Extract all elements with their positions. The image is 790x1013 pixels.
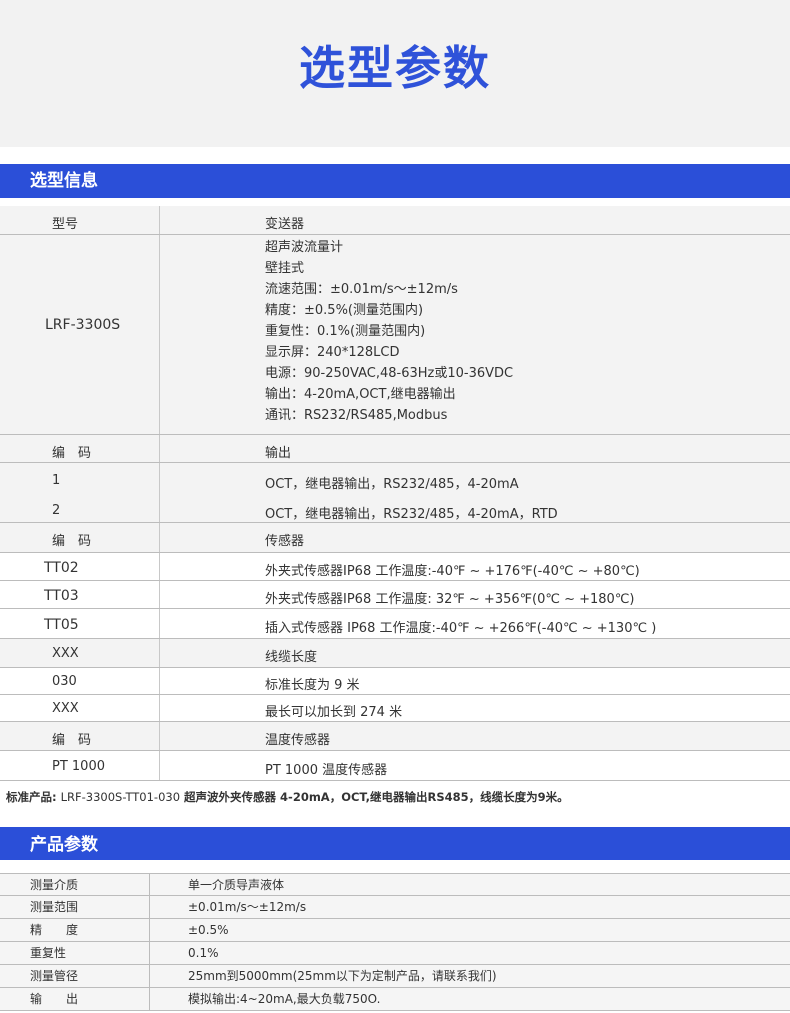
param-value: 0.1%	[188, 946, 219, 960]
table-row: 测量介质 单一介质导声液体	[0, 873, 790, 896]
spec-line: 通讯：RS232/RS485,Modbus	[265, 408, 448, 423]
output-desc: OCT，继电器输出，RS232/485，4-20mA，RTD	[265, 507, 558, 522]
section-title: 产品参数	[30, 835, 98, 855]
std-model: LRF-3300S-TT01-030	[60, 790, 181, 804]
spec-line: 显示屏：240*128LCD	[265, 345, 400, 360]
temp-desc: PT 1000 温度传感器	[265, 763, 388, 778]
param-value: 25mm到5000mm(25mm以下为定制产品，请联系我们)	[188, 969, 497, 983]
output-code: 1	[52, 473, 61, 488]
table-header-row: 型号 变送器	[0, 206, 790, 235]
spec-line: 流速范围：±0.01m/s～±12m/s	[265, 282, 458, 297]
param-key: 测量管径	[30, 969, 79, 983]
spec-line: 壁挂式	[265, 261, 305, 276]
standard-product-note: 标准产品: LRF-3300S-TT01-030 超声波外夹传感器 4-20mA…	[6, 789, 569, 805]
model-spec-list: 超声波流量计 壁挂式 流速范围：±0.01m/s～±12m/s 精度：±0.5%…	[265, 237, 513, 426]
page-title: 选型参数	[299, 41, 491, 95]
spec-line: 超声波流量计	[265, 240, 344, 255]
header-temp-sensor: 温度传感器	[265, 733, 331, 748]
spec-line: 输出：4-20mA,OCT,继电器输出	[265, 387, 456, 402]
section-title: 选型信息	[30, 171, 98, 191]
model-spec-row: LRF-3300S 超声波流量计 壁挂式 流速范围：±0.01m/s～±12m/…	[0, 235, 790, 435]
param-value: 模拟输出:4~20mA,最大负载750O.	[188, 992, 381, 1006]
output-rows: 1 OCT，继电器输出，RS232/485，4-20mA 2 OCT，继电器输出…	[0, 463, 790, 523]
table-row: 重复性 0.1%	[0, 942, 790, 965]
header-code: 编 码	[52, 534, 92, 549]
temp-code: PT 1000	[52, 759, 105, 774]
model-name: LRF-3300S	[45, 317, 121, 333]
param-key: 输 出	[30, 992, 79, 1006]
cable-code: XXX	[52, 701, 79, 716]
sensor-desc: 插入式传感器 IP68 工作温度:-40℉ ~ +266℉(-40℃ ~ +13…	[265, 621, 657, 636]
output-header-row: 编 码 输出	[0, 435, 790, 463]
header-transmitter: 变送器	[265, 217, 305, 232]
table-row: PT 1000 PT 1000 温度传感器	[0, 751, 790, 781]
header-cable-length: 线缆长度	[265, 650, 318, 665]
header-code: 编 码	[52, 733, 92, 748]
table-row: 输 出 模拟输出:4~20mA,最大负载750O.	[0, 988, 790, 1011]
hero-banner: 选型参数	[0, 0, 790, 147]
table-row: TT03 外夹式传感器IP68 工作温度: 32℉ ~ +356℉(0℃ ~ +…	[0, 581, 790, 609]
spec-line: 重复性：0.1%(测量范围内)	[265, 324, 426, 339]
cable-code: 030	[52, 674, 77, 689]
output-desc: OCT，继电器输出，RS232/485，4-20mA	[265, 477, 519, 492]
table-row: 测量管径 25mm到5000mm(25mm以下为定制产品，请联系我们)	[0, 965, 790, 988]
section-header-params: 产品参数	[0, 827, 790, 860]
table-row: 精 度 ±0.5%	[0, 919, 790, 942]
sensor-header-row: 编 码 传感器	[0, 523, 790, 553]
cable-desc: 最长可以加长到 274 米	[265, 705, 403, 720]
header-model: 型号	[52, 217, 79, 232]
cable-desc: 标准长度为 9 米	[265, 678, 360, 693]
sensor-desc: 外夹式传感器IP68 工作温度: 32℉ ~ +356℉(0℃ ~ +180℃)	[265, 592, 635, 607]
param-key: 重复性	[30, 946, 67, 960]
spec-line: 精度：±0.5%(测量范围内)	[265, 303, 424, 318]
header-output: 输出	[265, 446, 292, 461]
std-text: 超声波外夹传感器 4-20mA，OCT,继电器输出RS485，线缆长度为9米。	[184, 790, 569, 804]
table-row: 测量范围 ±0.01m/s～±12m/s	[0, 896, 790, 919]
cable-header-code: XXX	[52, 646, 79, 661]
spec-line: 电源：90-250VAC,48-63Hz或10-36VDC	[265, 366, 514, 381]
section-header-selection: 选型信息	[0, 164, 790, 198]
sensor-code: TT05	[44, 617, 79, 633]
sensor-desc: 外夹式传感器IP68 工作温度:-40℉ ~ +176℉(-40℃ ~ +80℃…	[265, 564, 640, 579]
param-key: 测量范围	[30, 900, 79, 914]
temp-header-row: 编 码 温度传感器	[0, 722, 790, 751]
table-row: TT02 外夹式传感器IP68 工作温度:-40℉ ~ +176℉(-40℃ ~…	[0, 553, 790, 581]
table-row: XXX 最长可以加长到 274 米	[0, 695, 790, 722]
param-value: ±0.01m/s～±12m/s	[188, 900, 307, 914]
param-key: 精 度	[30, 923, 79, 937]
sensor-code: TT02	[44, 560, 79, 576]
param-key: 测量介质	[30, 878, 79, 892]
header-code: 编 码	[52, 446, 92, 461]
cable-header-row: XXX 线缆长度	[0, 639, 790, 668]
header-sensor: 传感器	[265, 534, 305, 549]
table-row: 030 标准长度为 9 米	[0, 668, 790, 695]
output-code: 2	[52, 503, 61, 518]
param-value: ±0.5%	[188, 923, 229, 937]
table-row: TT05 插入式传感器 IP68 工作温度:-40℉ ~ +266℉(-40℃ …	[0, 609, 790, 639]
param-value: 单一介质导声液体	[188, 878, 285, 892]
sensor-code: TT03	[44, 588, 79, 604]
std-label: 标准产品:	[6, 790, 57, 804]
